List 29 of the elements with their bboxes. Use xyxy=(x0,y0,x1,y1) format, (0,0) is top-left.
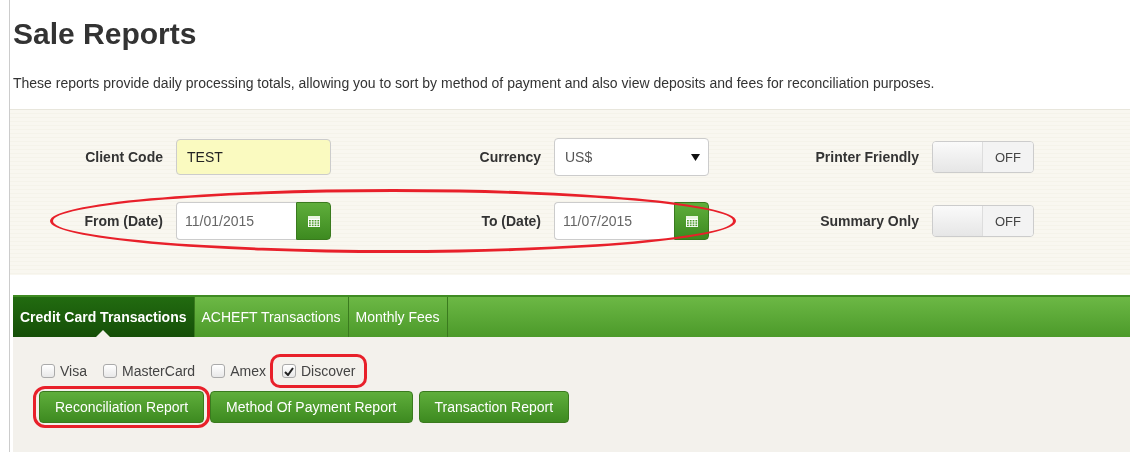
caret-icon xyxy=(691,153,700,161)
field-label: Printer Friendly xyxy=(815,149,919,165)
checkbox-label[interactable]: Visa xyxy=(39,363,89,379)
checkbox-label[interactable]: Discover xyxy=(279,363,358,379)
page-title: Sale Reports xyxy=(12,16,198,52)
checkbox[interactable] xyxy=(211,364,226,378)
field-label: Summary Only xyxy=(820,213,919,229)
toggle-switch[interactable]: OFF xyxy=(932,205,1034,237)
field-label: Currency xyxy=(479,149,541,165)
date-field[interactable]: 11/07/2015 xyxy=(554,202,674,240)
field-label: Client Code xyxy=(85,149,163,165)
checkbox[interactable] xyxy=(281,364,296,378)
calendar-icon xyxy=(684,214,699,228)
field-label: To (Date) xyxy=(481,213,541,229)
calendar-button[interactable] xyxy=(674,202,709,240)
page-description: These reports provide daily processing totals, allowing you to sort by method of payment and also view deposits and fees for reconciliation purposes. xyxy=(12,74,936,92)
currency-dropdown[interactable]: US$ xyxy=(554,138,709,176)
calendar-button[interactable] xyxy=(296,202,331,240)
date-field[interactable]: 11/01/2015 xyxy=(176,202,296,240)
tab[interactable]: Credit Card Transactions xyxy=(13,297,195,337)
checkbox[interactable] xyxy=(41,364,55,378)
checkbox[interactable] xyxy=(103,364,117,378)
field-label: From (Date) xyxy=(84,213,163,229)
calendar-icon xyxy=(306,214,321,228)
checkbox-label[interactable]: Amex xyxy=(209,363,268,379)
check-icon xyxy=(283,366,294,376)
toggle-switch[interactable]: OFF xyxy=(932,141,1034,173)
client-code-field[interactable]: TEST xyxy=(176,139,331,175)
checkbox-label[interactable]: MasterCard xyxy=(101,363,198,379)
